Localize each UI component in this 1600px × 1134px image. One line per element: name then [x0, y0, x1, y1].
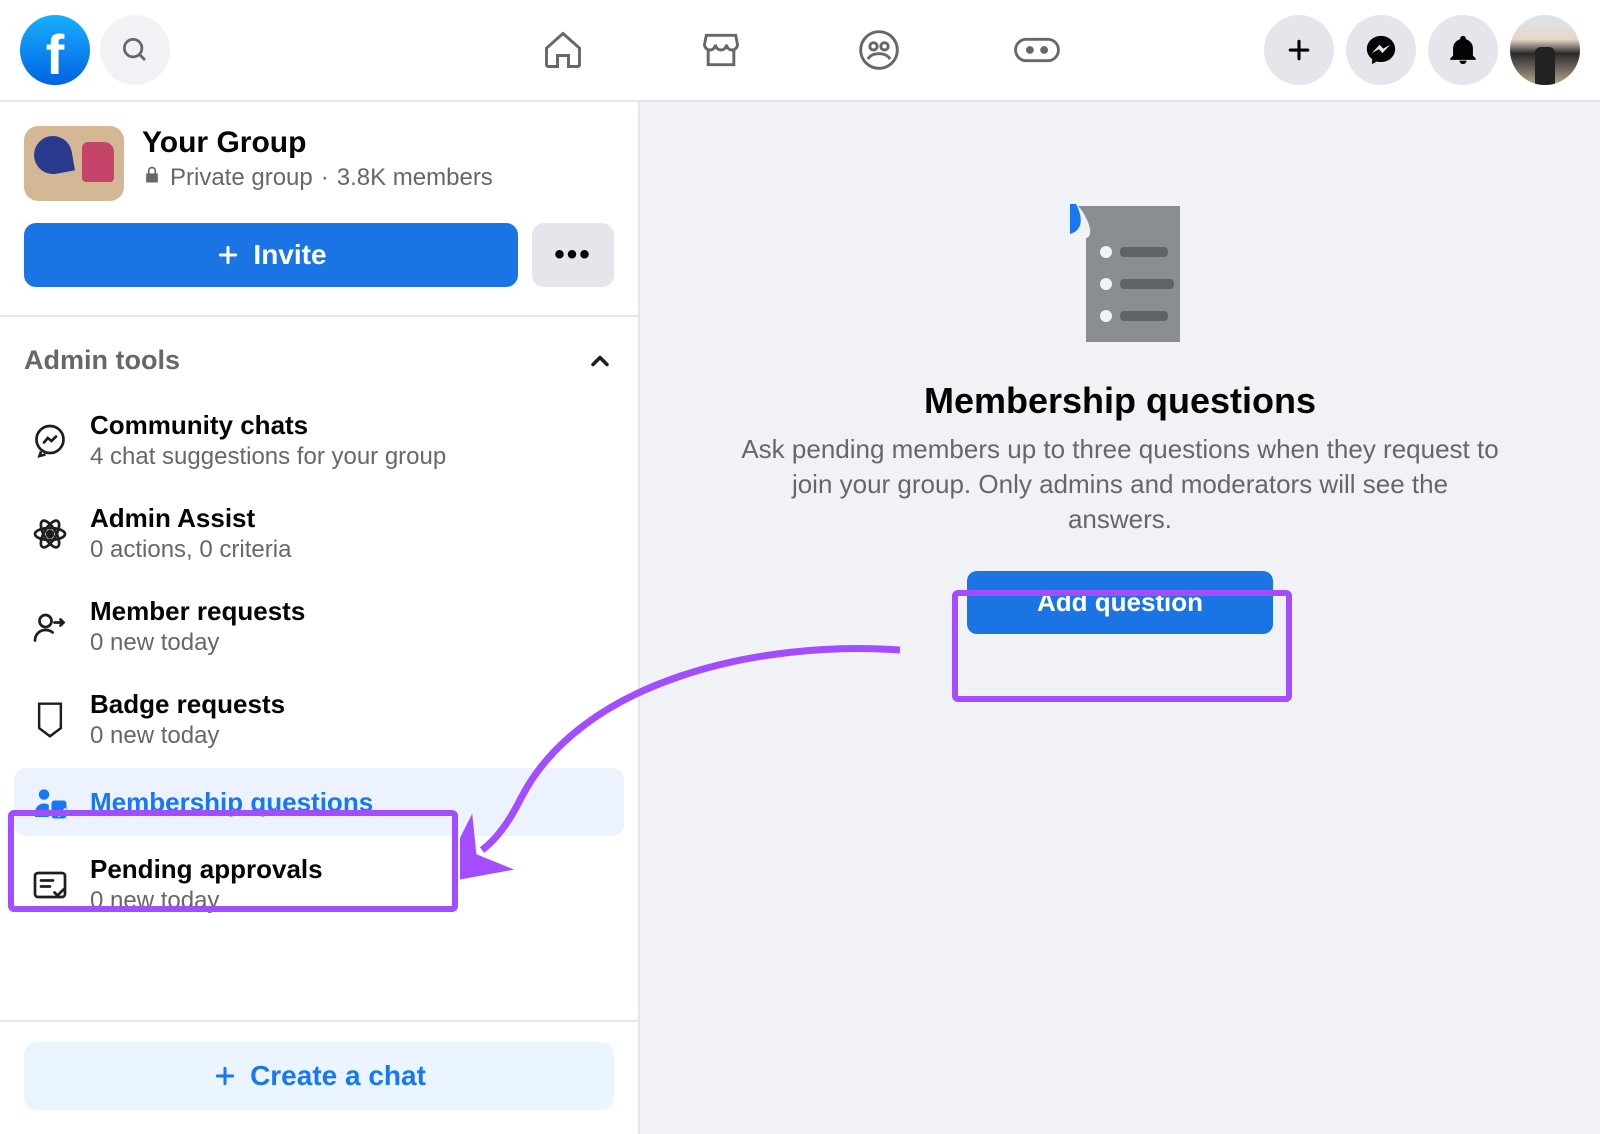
membership-questions-description: Ask pending members up to three question… [740, 432, 1500, 537]
nav-marketplace[interactable] [696, 25, 746, 75]
list-check-icon [30, 865, 70, 905]
home-icon [541, 28, 585, 72]
sidebar-item-badge-requests[interactable]: Badge requests 0 new today [14, 675, 624, 764]
add-question-button[interactable]: Add question [967, 571, 1273, 634]
sidebar-item-label: Member requests [90, 596, 305, 627]
top-nav-bar: f [0, 0, 1600, 102]
sidebar: Your Group Private group · 3.8K members … [0, 102, 640, 1134]
group-title: Your Group [142, 126, 493, 160]
search-button[interactable] [100, 15, 170, 85]
lock-icon [142, 164, 162, 192]
notifications-button[interactable] [1428, 15, 1498, 85]
facebook-logo[interactable]: f [20, 15, 90, 85]
nav-gaming[interactable] [1012, 25, 1062, 75]
main-panel: Membership questions Ask pending members… [640, 102, 1600, 1134]
sidebar-item-member-requests[interactable]: Member requests 0 new today [14, 582, 624, 671]
sidebar-item-sub: 0 new today [90, 629, 305, 657]
sidebar-item-sub: 0 new today [90, 722, 285, 750]
bell-icon [1446, 33, 1480, 67]
nav-home[interactable] [538, 25, 588, 75]
search-icon [120, 35, 150, 65]
sidebar-item-label: Admin Assist [90, 503, 291, 534]
dots-icon: ••• [554, 238, 592, 272]
plus-icon [1284, 35, 1314, 65]
marketplace-icon [699, 28, 743, 72]
atom-icon [30, 514, 70, 554]
plus-icon [215, 242, 241, 268]
admin-tools-label: Admin tools [24, 345, 180, 376]
facebook-logo-letter: f [46, 22, 65, 87]
group-privacy-text: Private group [170, 164, 313, 192]
chevron-up-icon [586, 347, 614, 375]
sidebar-item-membership-questions[interactable]: Membership questions [14, 768, 624, 836]
sidebar-item-label: Membership questions [90, 787, 373, 818]
create-chat-button[interactable]: Create a chat [24, 1042, 614, 1110]
group-member-count: 3.8K members [337, 164, 493, 192]
sidebar-item-label: Community chats [90, 410, 446, 441]
person-clipboard-icon [30, 782, 70, 822]
sidebar-item-community-chats[interactable]: Community chats 4 chat suggestions for y… [14, 396, 624, 485]
nav-groups[interactable] [854, 25, 904, 75]
groups-icon [857, 28, 901, 72]
sidebar-item-label: Badge requests [90, 689, 285, 720]
admin-tools-section-header[interactable]: Admin tools [24, 335, 614, 394]
create-button[interactable] [1264, 15, 1334, 85]
sidebar-item-sub: 0 actions, 0 criteria [90, 536, 291, 564]
gaming-icon [1012, 28, 1062, 72]
sidebar-item-sub: 0 new today [90, 887, 323, 915]
group-header[interactable]: Your Group Private group · 3.8K members [24, 126, 614, 201]
more-options-button[interactable]: ••• [532, 223, 614, 287]
badge-icon [30, 700, 70, 740]
user-arrow-icon [30, 607, 70, 647]
invite-button[interactable]: Invite [24, 223, 518, 287]
plus-icon [212, 1063, 238, 1089]
document-illustration [1040, 198, 1200, 348]
group-cover-thumbnail [24, 126, 124, 201]
profile-avatar[interactable] [1510, 15, 1580, 85]
messenger-circle-icon [30, 421, 70, 461]
add-question-label: Add question [1037, 587, 1203, 617]
sidebar-item-sub: 4 chat suggestions for your group [90, 443, 446, 471]
messenger-icon [1364, 33, 1398, 67]
messenger-button[interactable] [1346, 15, 1416, 85]
sidebar-item-label: Pending approvals [90, 854, 323, 885]
sidebar-item-admin-assist[interactable]: Admin Assist 0 actions, 0 criteria [14, 489, 624, 578]
sidebar-item-pending-approvals[interactable]: Pending approvals 0 new today [14, 840, 624, 929]
create-chat-label: Create a chat [250, 1060, 426, 1092]
invite-button-label: Invite [253, 239, 326, 271]
membership-questions-title: Membership questions [924, 380, 1316, 422]
